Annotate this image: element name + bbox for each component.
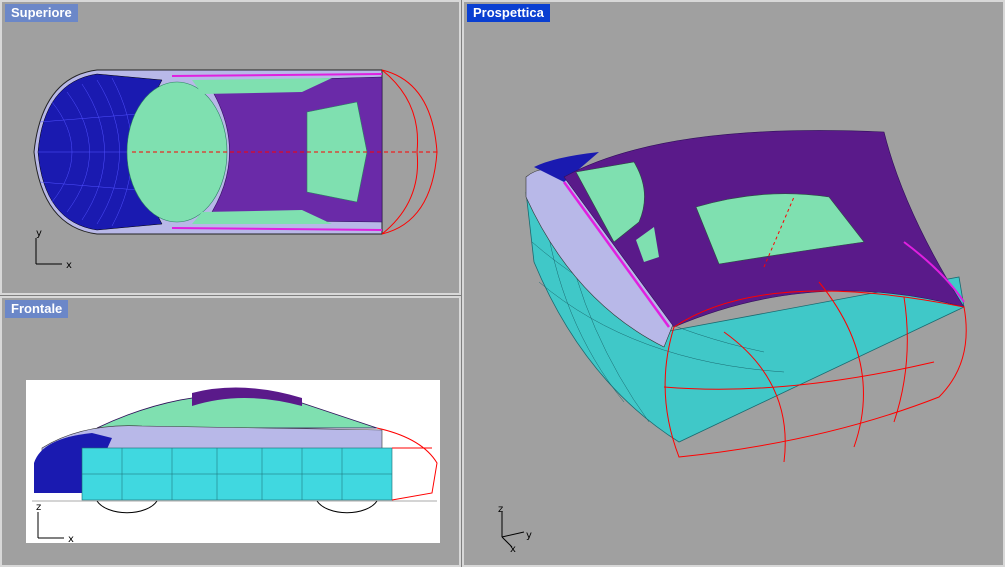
wheel-rear	[316, 500, 378, 514]
viewport-front[interactable]: Frontale x z	[0, 296, 461, 567]
axis-x-label-front: x	[68, 534, 74, 545]
axis-y-label-top: y	[36, 228, 42, 239]
axis-y-label-persp: y	[526, 530, 532, 541]
wheel-front	[96, 500, 158, 514]
front-view-canvas[interactable]: x z	[2, 298, 461, 567]
viewport-top[interactable]: Superiore x y	[0, 0, 461, 295]
axis-icon-top	[35, 238, 62, 265]
axis-icon-front	[37, 512, 64, 539]
roof-front	[96, 394, 378, 429]
viewport-title-top[interactable]: Superiore	[5, 4, 78, 22]
axis-icon-persp	[501, 512, 525, 548]
perspective-view-canvas[interactable]: z y x	[464, 2, 1005, 567]
axis-x-label-persp: x	[510, 544, 516, 555]
viewport-perspective[interactable]: Prospettica z y x	[462, 0, 1005, 567]
axis-x-label-top: x	[66, 260, 72, 271]
axis-z-label-persp: z	[498, 504, 503, 515]
viewport-title-front[interactable]: Frontale	[5, 300, 69, 318]
viewport-title-perspective[interactable]: Prospettica	[467, 4, 550, 22]
top-view-canvas[interactable]: x y	[2, 2, 461, 295]
axis-z-label-front: z	[36, 502, 41, 513]
